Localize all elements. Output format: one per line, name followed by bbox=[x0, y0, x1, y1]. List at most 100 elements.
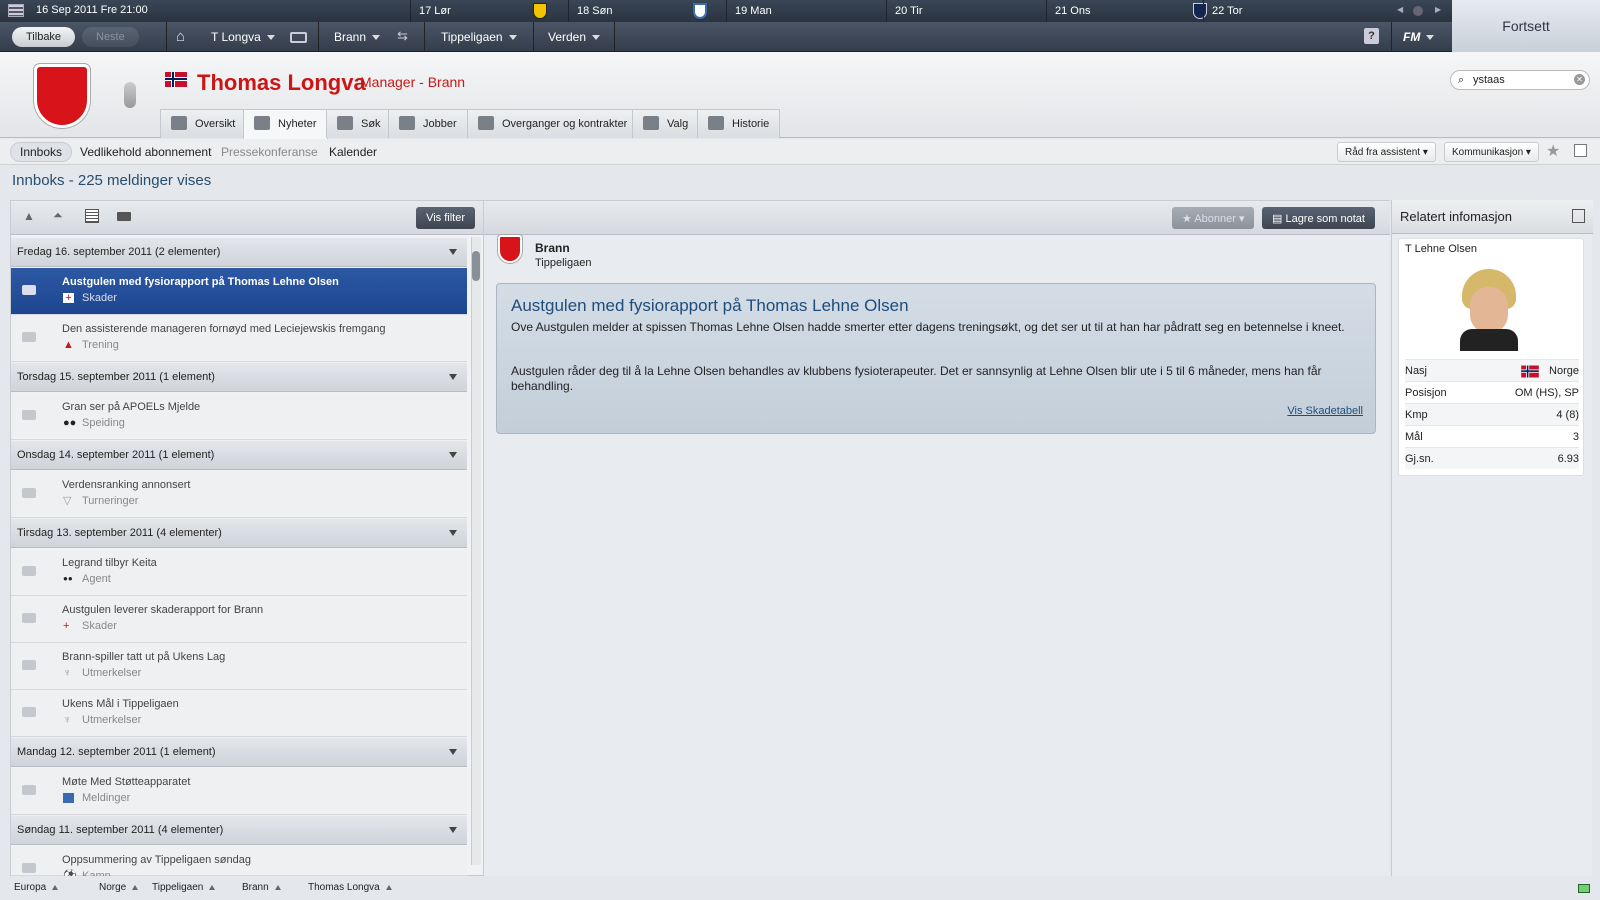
date-group-header[interactable]: Mandag 12. september 2011 (1 element) bbox=[11, 737, 467, 767]
message-row[interactable]: Ukens Mål i Tippeligaen ♆ Utmerkelser bbox=[11, 690, 467, 737]
envelope-icon bbox=[22, 488, 36, 498]
league-menu[interactable]: Tippeligaen bbox=[441, 30, 517, 44]
transfer-icon[interactable]: ⇆ bbox=[397, 28, 408, 44]
club-menu[interactable]: Brann bbox=[334, 30, 381, 44]
tab-oversikt[interactable]: Oversikt bbox=[160, 109, 247, 138]
message-row[interactable]: Møte Med Støtteapparatet Meldinger bbox=[11, 768, 467, 815]
top-bar: 16 Sep 2011 Fre 21:00 17 Lør 18 Søn 19 M… bbox=[0, 0, 1452, 22]
manager-role: Manager - Brann bbox=[360, 74, 466, 90]
agent-icon: ●● bbox=[63, 574, 73, 583]
player-card[interactable]: T Lehne Olsen Nasj Norge Posisjon OM (HS),… bbox=[1398, 238, 1584, 476]
related-info-panel: Relatert infomasjon T Lehne Olsen Nasj No… bbox=[1391, 200, 1593, 876]
binoculars-icon: ●● bbox=[63, 417, 77, 429]
calendar-day[interactable]: 22 Tor bbox=[1203, 0, 1391, 22]
list-view-icon[interactable] bbox=[85, 209, 99, 223]
message-row[interactable]: Austgulen med fysiorapport på Thomas Leh… bbox=[11, 268, 467, 315]
main-nav: Tilbake Neste ⌂ T Longva Brann ⇆ Tippeli… bbox=[0, 22, 1452, 52]
date-group-header[interactable]: Tirsdag 13. september 2011 (4 elementer) bbox=[11, 518, 467, 548]
status-icon[interactable] bbox=[1578, 884, 1590, 893]
injury-icon: + bbox=[63, 620, 70, 632]
fm-menu[interactable]: FM bbox=[1403, 30, 1435, 44]
clear-search-icon[interactable]: ✕ bbox=[1574, 74, 1585, 85]
envelope-icon bbox=[22, 660, 36, 670]
back-button[interactable]: Tilbake bbox=[12, 27, 76, 47]
manager-menu[interactable]: T Longva bbox=[211, 30, 275, 44]
star-icon[interactable]: ★ bbox=[1546, 141, 1560, 161]
home-icon[interactable]: ⌂ bbox=[176, 28, 185, 45]
star-icon: ★ bbox=[1182, 213, 1195, 225]
subnav-pressekonferanse[interactable]: Pressekonferanse bbox=[221, 145, 318, 159]
message-row[interactable]: Austgulen leverer skaderapport for Brann… bbox=[11, 596, 467, 643]
message-row[interactable]: Den assisterende manageren fornøyd med L… bbox=[11, 315, 467, 362]
breadcrumb-tippeligaen[interactable]: Tippeligaen bbox=[152, 882, 215, 893]
calendar-day[interactable]: 19 Man bbox=[726, 0, 886, 22]
inbox-shortcut-icon[interactable] bbox=[290, 32, 307, 43]
subnav-innboks[interactable]: Innboks bbox=[10, 142, 73, 162]
move-top-icon[interactable]: ⏶ bbox=[53, 208, 63, 223]
tab-jobber[interactable]: Jobber bbox=[388, 109, 468, 138]
tab-valg[interactable]: Valg bbox=[632, 109, 700, 138]
tab-sok[interactable]: Søk bbox=[326, 109, 392, 138]
show-filter-button[interactable]: Vis filter bbox=[416, 207, 475, 229]
world-menu[interactable]: Verden bbox=[548, 30, 601, 44]
message-row[interactable]: Verdensranking annonsert ▽ Turneringer bbox=[11, 471, 467, 518]
envelope-icon bbox=[22, 785, 36, 795]
match-club-icon bbox=[533, 3, 547, 19]
save-note-button[interactable]: ▤ Lagre som notat bbox=[1262, 207, 1375, 229]
add-note-icon[interactable] bbox=[1574, 144, 1587, 157]
message-row[interactable]: Brann-spiller tatt ut på Ukens Lag ♆ Utmer… bbox=[11, 643, 467, 690]
date-group-header[interactable]: Onsdag 14. september 2011 (1 element) bbox=[11, 440, 467, 470]
tab-nyheter[interactable]: Nyheter bbox=[243, 109, 328, 139]
player-name[interactable]: T Lehne Olsen bbox=[1405, 243, 1477, 255]
message-paragraph: Ove Austgulen melder at spissen Thomas L… bbox=[511, 320, 1345, 334]
briefcase-icon bbox=[399, 116, 415, 130]
calendar-today-icon[interactable] bbox=[1413, 6, 1423, 16]
assistant-advice-button[interactable]: Råd fra assistent ▾ bbox=[1337, 142, 1436, 162]
envelope-icon bbox=[22, 613, 36, 623]
collapse-icon bbox=[449, 530, 457, 536]
expand-panel-icon[interactable] bbox=[1572, 209, 1585, 223]
continue-button[interactable]: Fortsett bbox=[1452, 0, 1600, 52]
calendar-prev-icon[interactable]: ◀ bbox=[1397, 5, 1403, 14]
calendar-day[interactable]: 18 Søn bbox=[568, 0, 726, 22]
calendar-day[interactable]: 17 Lør bbox=[410, 0, 568, 22]
subnav-vedlikehold[interactable]: Vedlikehold abonnement bbox=[80, 145, 211, 159]
breadcrumb-brann[interactable]: Brann bbox=[242, 882, 281, 893]
scroll-thumb[interactable] bbox=[472, 251, 480, 281]
sub-nav: Innboks Vedlikehold abonnement Pressekon… bbox=[0, 139, 1600, 165]
scrollbar[interactable] bbox=[471, 237, 481, 865]
tab-overganger[interactable]: Overganger og kontrakter bbox=[467, 109, 639, 138]
subscribe-button[interactable]: ★ Abonner ▾ bbox=[1172, 207, 1255, 229]
breadcrumb-manager[interactable]: Thomas Longva bbox=[308, 882, 392, 893]
next-button[interactable]: Neste bbox=[82, 27, 139, 47]
speech-bubble-icon bbox=[63, 793, 74, 803]
date-group-header[interactable]: Søndag 11. september 2011 (4 elementer) bbox=[11, 815, 467, 845]
menu-icon[interactable] bbox=[8, 4, 24, 17]
message-row[interactable]: Oppsummering av Tippeligaen søndag⚽Kamp bbox=[11, 846, 467, 882]
communication-button[interactable]: Kommunikasjon ▾ bbox=[1444, 142, 1539, 162]
calendar-day[interactable]: 20 Tir bbox=[886, 0, 1046, 22]
club-crest bbox=[34, 64, 90, 128]
date-group-header[interactable]: Torsdag 15. september 2011 (1 element) bbox=[11, 362, 467, 392]
injury-table-link[interactable]: Vis Skadetabell bbox=[1287, 405, 1363, 417]
subnav-kalender[interactable]: Kalender bbox=[329, 145, 377, 159]
breadcrumb-europa[interactable]: Europa bbox=[14, 882, 58, 893]
calendar-day[interactable]: 21 Ons bbox=[1046, 0, 1207, 22]
info-row: Posisjon OM (HS), SP bbox=[1405, 381, 1579, 403]
tab-historie[interactable]: Historie bbox=[697, 109, 781, 138]
move-up-icon[interactable]: ▲ bbox=[23, 209, 35, 223]
search-input[interactable]: ⌕ ystaas ✕ bbox=[1450, 70, 1590, 90]
message-row[interactable]: Legrand tilbyr Keita ●● Agent bbox=[11, 549, 467, 596]
sender-club[interactable]: Brann bbox=[535, 241, 570, 255]
date-group-header[interactable]: Fredag 16. september 2011 (2 elementer) bbox=[11, 237, 467, 267]
calendar-next-icon[interactable]: ▶ bbox=[1435, 5, 1441, 14]
mail-icon[interactable] bbox=[117, 212, 131, 221]
message-detail-panel: ★ Abonner ▾ ▤ Lagre som notat Brann Tipp… bbox=[484, 200, 1390, 876]
sender-league[interactable]: Tippeligaen bbox=[535, 257, 591, 269]
inbox-toolbar: ▲ ⏶ Vis filter bbox=[11, 201, 483, 235]
scroll-toggle-icon[interactable] bbox=[124, 82, 136, 108]
message-row[interactable]: Gran ser på APOELs Mjelde ●● Speiding bbox=[11, 393, 467, 440]
help-icon[interactable]: ? bbox=[1364, 28, 1379, 44]
envelope-icon bbox=[22, 863, 36, 873]
breadcrumb-norge[interactable]: Norge bbox=[99, 882, 138, 893]
